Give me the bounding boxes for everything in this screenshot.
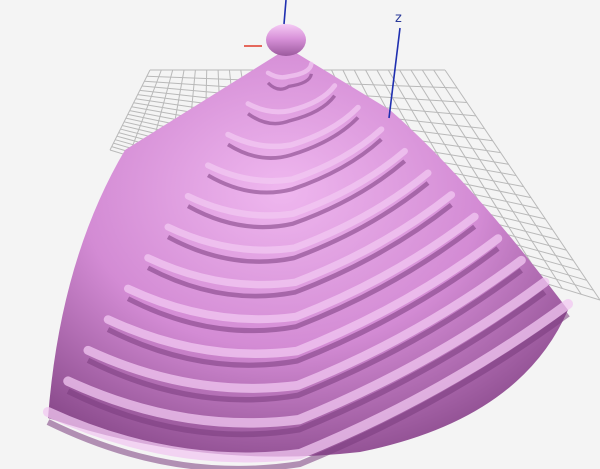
z-axis-line (388, 27, 401, 119)
3d-viewport[interactable]: z (0, 0, 600, 469)
stepped-pyramid-surface (43, 24, 573, 469)
scene-canvas[interactable]: z (0, 0, 600, 469)
z-axis-label: z (395, 11, 402, 26)
grid-line (109, 69, 151, 151)
pyramid-cap (266, 24, 306, 56)
z-axis-line-upper (283, 0, 287, 25)
